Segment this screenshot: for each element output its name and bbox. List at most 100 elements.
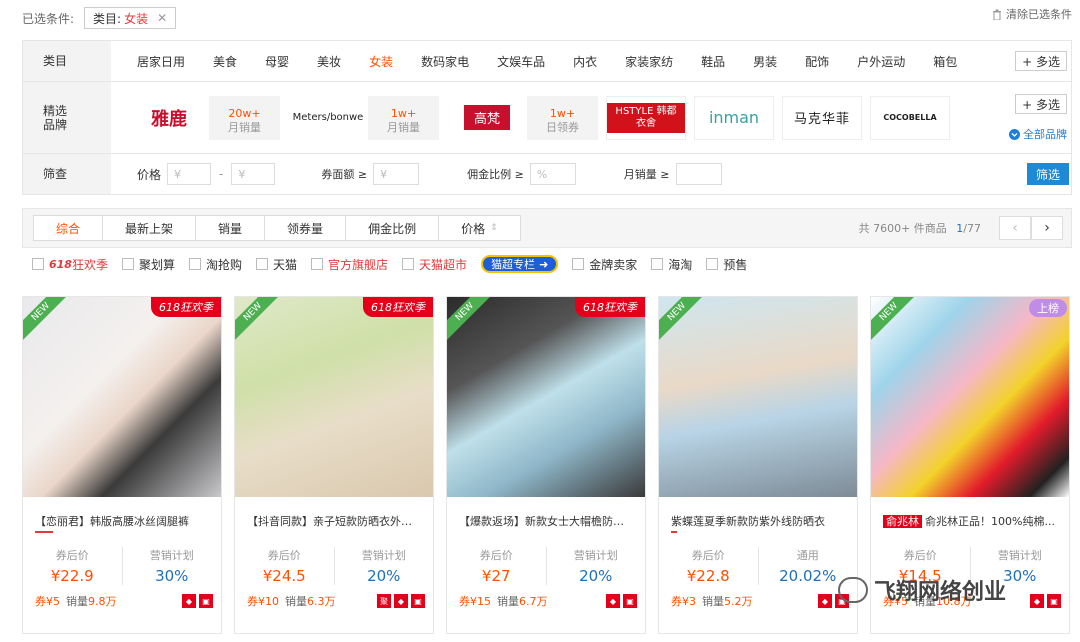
- checkbox-618[interactable]: 618 狂欢季: [32, 256, 108, 273]
- brand-card[interactable]: inman: [694, 95, 774, 140]
- price-max-input[interactable]: ¥: [231, 163, 276, 185]
- plan-label: 营销计划: [361, 549, 406, 562]
- new-badge: NEW: [23, 297, 75, 346]
- next-page-button[interactable]: ›: [1031, 216, 1063, 240]
- special-column-badge[interactable]: 猫超专栏 ➜: [481, 255, 559, 273]
- sales-label: 销量: [702, 595, 724, 608]
- chevron-down-circle-icon: [1009, 128, 1020, 140]
- product-card[interactable]: NEW 618狂欢季 【抖音同款】亲子短款防晒衣外套女 券后价 ¥24.5 营销计…: [234, 296, 434, 634]
- coupon-amount: 券¥5: [35, 595, 60, 608]
- sort-tab-commission[interactable]: 佣金比例: [346, 216, 440, 240]
- checkbox[interactable]: [256, 258, 269, 270]
- category-item[interactable]: 配饰: [805, 53, 829, 70]
- result-count: 共 7600+ 件商品 1/77: [859, 220, 981, 236]
- category-item[interactable]: 母婴: [265, 53, 289, 70]
- prev-page-button[interactable]: ‹: [999, 216, 1031, 240]
- product-title[interactable]: 【爆款返场】新款女士大帽檐防晒...: [447, 497, 645, 529]
- brand-card[interactable]: Meters/bonwe 1w+ 月销量: [288, 95, 439, 140]
- checkbox[interactable]: [311, 258, 324, 270]
- checkbox[interactable]: [706, 258, 719, 270]
- category-multi-select-button[interactable]: + 多选: [1015, 51, 1067, 71]
- product-title[interactable]: 紫蝶莲夏季新款防紫外线防晒衣: [659, 497, 857, 529]
- price-value: ¥27: [481, 567, 511, 585]
- condition-tag-category[interactable]: 类目: 女装 ✕: [84, 7, 177, 29]
- price-min-input[interactable]: ¥: [167, 163, 212, 185]
- product-image[interactable]: NEW 618狂欢季: [235, 297, 433, 497]
- sort-tab-price[interactable]: 价格 ⇕: [439, 216, 520, 240]
- screen-button[interactable]: 筛选: [1027, 163, 1069, 185]
- brand-multi-select-button[interactable]: + 多选: [1015, 94, 1067, 114]
- checkbox-label: 海淘: [668, 257, 693, 272]
- commission-rate: 20%: [579, 567, 613, 585]
- brand-card[interactable]: 雅鹿 20w+ 月销量: [129, 95, 280, 140]
- coupon-input[interactable]: ¥: [373, 163, 420, 185]
- sort-tab-sales[interactable]: 销量: [196, 216, 266, 240]
- coupon-amount: 券¥3: [671, 595, 696, 608]
- checkbox[interactable]: [121, 258, 134, 270]
- product-image[interactable]: NEW: [659, 297, 857, 497]
- category-item[interactable]: 鞋品: [701, 53, 725, 70]
- category-item[interactable]: 家装家纺: [625, 53, 673, 70]
- checkbox[interactable]: [189, 258, 201, 270]
- clear-conditions-button[interactable]: 清除已选条件: [992, 6, 1072, 22]
- brand-card[interactable]: COCOBELLA: [870, 95, 950, 140]
- category-item[interactable]: 内衣: [573, 53, 597, 70]
- promo-badge: 618狂欢季: [151, 297, 221, 317]
- store-icon: ▣: [1047, 594, 1061, 608]
- category-item[interactable]: 美食: [213, 53, 237, 70]
- product-image[interactable]: NEW 上榜: [871, 297, 1069, 497]
- new-badge: NEW: [235, 297, 287, 346]
- sort-tab-comprehensive[interactable]: 综合: [34, 216, 104, 240]
- product-image[interactable]: NEW 618狂欢季: [23, 297, 221, 497]
- rank-badge: 上榜: [1029, 299, 1067, 317]
- checkbox[interactable]: [572, 258, 585, 270]
- checkbox-haitao[interactable]: 海淘: [651, 256, 692, 273]
- category-item[interactable]: 户外运动: [857, 53, 905, 70]
- 618-logo: 618: [49, 257, 72, 271]
- brand-logo: 雅鹿: [129, 95, 209, 140]
- brand-logo: 马克华菲: [793, 112, 850, 127]
- checkbox-label: 淘抢购: [206, 257, 243, 272]
- checkbox-tmall[interactable]: 天猫: [256, 256, 297, 273]
- sort-arrows-icon: ⇕: [490, 223, 498, 233]
- product-title[interactable]: 【恋丽君】韩版高腰冰丝阔腿裤: [23, 497, 221, 529]
- brand-card[interactable]: HSTYLE 韩都衣舍: [606, 95, 686, 140]
- brand-card[interactable]: 马克华菲: [782, 95, 862, 140]
- brand-chip: 俞兆林: [883, 515, 922, 528]
- category-item[interactable]: 居家日用: [137, 53, 185, 70]
- checkbox-flagship[interactable]: 官方旗舰店: [311, 256, 388, 273]
- category-item[interactable]: 文娱车品: [497, 53, 545, 70]
- brand-card[interactable]: 高梵 1w+ 日领券: [447, 95, 598, 140]
- checkbox[interactable]: [651, 258, 664, 270]
- category-item[interactable]: 数码家电: [421, 53, 469, 70]
- product-title[interactable]: 俞兆林 俞兆林正品！100%纯棉...: [871, 497, 1069, 529]
- product-card[interactable]: NEW 618狂欢季 【爆款返场】新款女士大帽檐防晒... 券后价 ¥27 营销计…: [446, 296, 646, 634]
- product-card[interactable]: NEW 紫蝶莲夏季新款防紫外线防晒衣 券后价 ¥22.8 通用 20.02% 券¥3…: [658, 296, 858, 634]
- checkbox-gold-seller[interactable]: 金牌卖家: [572, 256, 637, 273]
- checkbox[interactable]: [402, 258, 415, 270]
- screen-heading: 筛查: [23, 154, 111, 194]
- checkbox-juhuasuan[interactable]: 聚划算: [121, 256, 175, 273]
- sort-tab-coupons[interactable]: 领券量: [265, 216, 347, 240]
- monthly-sales-input[interactable]: [675, 163, 722, 185]
- divider: [671, 531, 677, 533]
- category-item-active[interactable]: 女装: [369, 53, 393, 70]
- clear-conditions-label: 清除已选条件: [1006, 8, 1072, 21]
- category-item[interactable]: 男装: [753, 53, 777, 70]
- commission-input[interactable]: %: [529, 163, 576, 185]
- price-label: 券后价: [55, 549, 89, 562]
- checkbox-supermarket[interactable]: 天猫超市: [402, 256, 467, 273]
- coupon-amount: 券¥15: [459, 595, 491, 608]
- checkbox[interactable]: [32, 258, 44, 270]
- category-item[interactable]: 美妆: [317, 53, 341, 70]
- product-image[interactable]: NEW 618狂欢季: [447, 297, 645, 497]
- checkbox-presale[interactable]: 预售: [706, 256, 747, 273]
- all-brands-link[interactable]: 全部品牌: [1009, 126, 1067, 142]
- close-icon[interactable]: ✕: [157, 11, 167, 25]
- product-title[interactable]: 【抖音同款】亲子短款防晒衣外套女: [235, 497, 433, 529]
- sort-tab-newest[interactable]: 最新上架: [103, 216, 197, 240]
- product-card[interactable]: NEW 618狂欢季 【恋丽君】韩版高腰冰丝阔腿裤 券后价 ¥22.9 营销计划 3…: [22, 296, 222, 634]
- category-item[interactable]: 箱包: [933, 53, 957, 70]
- price-label: 券后价: [479, 549, 513, 562]
- checkbox-taoqianggou[interactable]: 淘抢购: [189, 256, 242, 273]
